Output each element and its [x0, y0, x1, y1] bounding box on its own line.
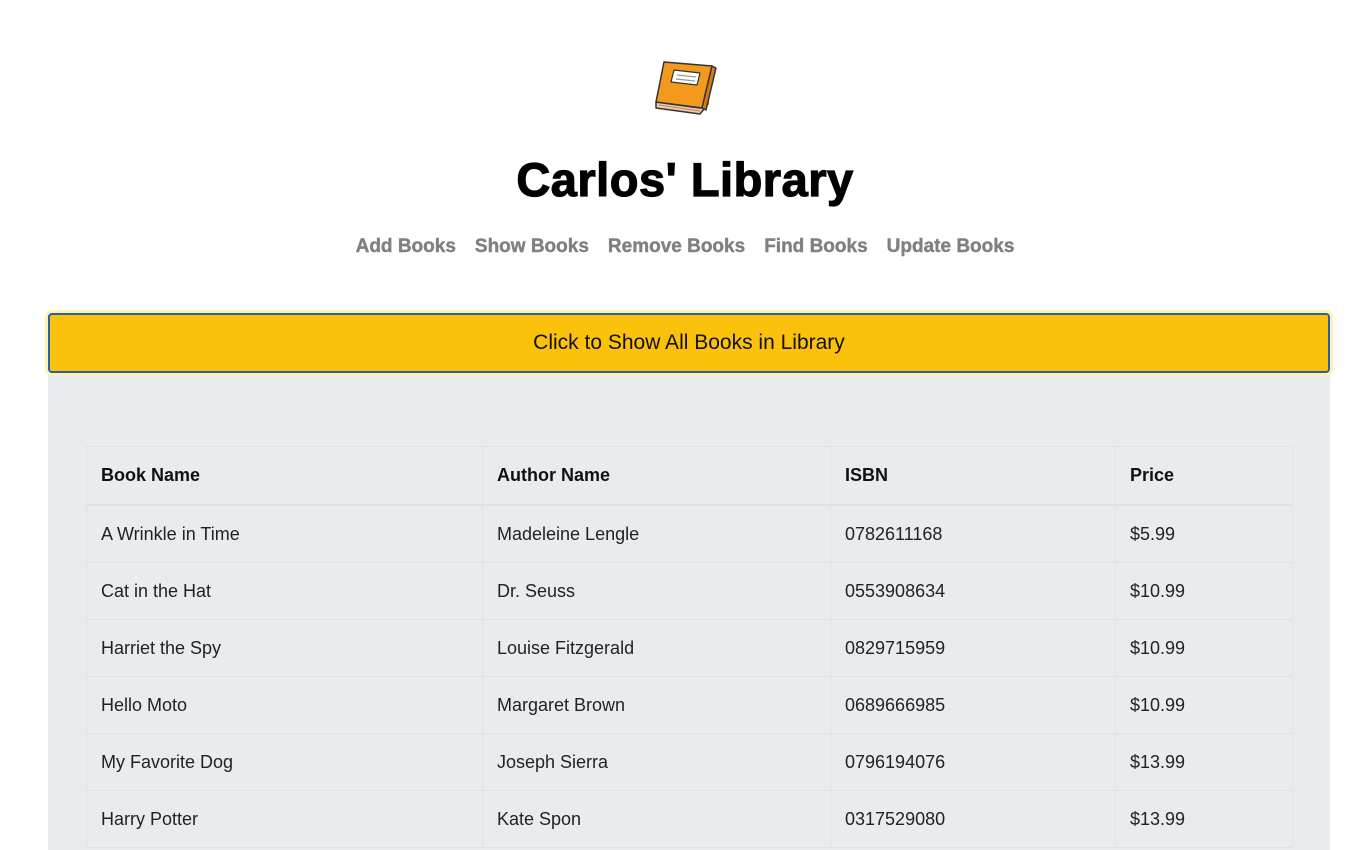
- cell-book-name: Harry Potter: [86, 790, 483, 848]
- cell-price: $13.99: [1115, 790, 1293, 848]
- cell-isbn: 0782611168: [830, 504, 1116, 563]
- cell-isbn: 0829715959: [830, 619, 1116, 677]
- books-table-container: Book Name Author Name ISBN Price A Wrink…: [86, 446, 1293, 848]
- nav-remove-books[interactable]: Remove Books: [608, 234, 746, 260]
- column-header-price: Price: [1115, 446, 1293, 506]
- column-header-isbn: ISBN: [830, 446, 1116, 506]
- nav-show-books[interactable]: Show Books: [475, 234, 589, 260]
- cell-author-name: Madeleine Lengle: [482, 504, 831, 563]
- cell-book-name: A Wrinkle in Time: [86, 504, 483, 563]
- column-header-book-name: Book Name: [86, 446, 483, 506]
- book-icon: [655, 61, 717, 115]
- column-header-author-name: Author Name: [482, 446, 831, 506]
- cell-price: $10.99: [1115, 619, 1293, 677]
- table-row: Harriet the Spy Louise Fitzgerald 082971…: [86, 619, 1293, 677]
- cell-price: $10.99: [1115, 676, 1293, 734]
- cell-isbn: 0796194076: [830, 733, 1116, 791]
- cell-author-name: Margaret Brown: [482, 676, 831, 734]
- cell-author-name: Louise Fitzgerald: [482, 619, 831, 677]
- nav-add-books[interactable]: Add Books: [355, 234, 456, 260]
- page-title: Carlos' Library: [516, 152, 854, 206]
- cell-price: $5.99: [1115, 504, 1293, 563]
- cell-author-name: Dr. Seuss: [482, 562, 831, 620]
- nav-find-books[interactable]: Find Books: [764, 234, 868, 260]
- table-row: My Favorite Dog Joseph Sierra 0796194076…: [86, 733, 1293, 791]
- cell-price: $13.99: [1115, 733, 1293, 791]
- cell-isbn: 0317529080: [830, 790, 1116, 848]
- cell-isbn: 0553908634: [830, 562, 1116, 620]
- table-header-row: Book Name Author Name ISBN Price: [86, 446, 1293, 506]
- table-row: A Wrinkle in Time Madeleine Lengle 07826…: [86, 504, 1293, 563]
- cell-book-name: My Favorite Dog: [86, 733, 483, 791]
- books-table: Book Name Author Name ISBN Price A Wrink…: [86, 446, 1293, 848]
- show-all-books-button[interactable]: Click to Show All Books in Library: [48, 313, 1330, 373]
- table-row: Cat in the Hat Dr. Seuss 0553908634 $10.…: [86, 562, 1293, 620]
- cell-author-name: Kate Spon: [482, 790, 831, 848]
- main-nav: Add Books Show Books Remove Books Find B…: [0, 234, 1370, 260]
- cell-author-name: Joseph Sierra: [482, 733, 831, 791]
- nav-update-books[interactable]: Update Books: [886, 234, 1014, 260]
- cell-book-name: Cat in the Hat: [86, 562, 483, 620]
- table-row: Harry Potter Kate Spon 0317529080 $13.99: [86, 790, 1293, 848]
- cell-isbn: 0689666985: [830, 676, 1116, 734]
- cell-book-name: Harriet the Spy: [86, 619, 483, 677]
- logo: [0, 56, 1370, 120]
- cell-book-name: Hello Moto: [86, 676, 483, 734]
- table-row: Hello Moto Margaret Brown 0689666985 $10…: [86, 676, 1293, 734]
- cell-price: $10.99: [1115, 562, 1293, 620]
